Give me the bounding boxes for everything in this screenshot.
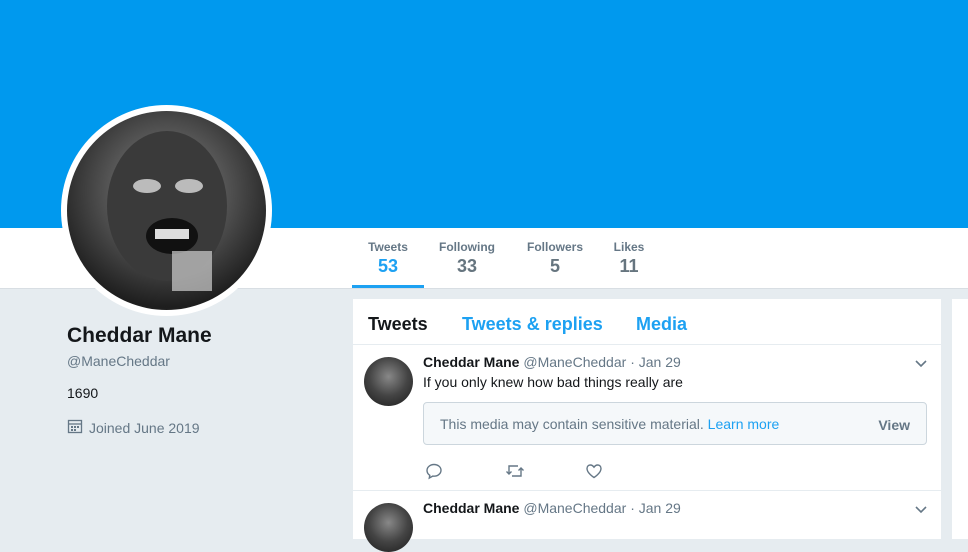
calendar-icon: [67, 418, 83, 437]
right-sidebar-card: [952, 299, 968, 539]
profile-handle: @ManeCheddar: [67, 353, 170, 369]
stat-value: 53: [377, 256, 399, 276]
tweet-text: If you only knew how bad things really a…: [423, 374, 683, 390]
learn-more-link[interactable]: Learn more: [708, 416, 780, 432]
retweet-icon[interactable]: [505, 462, 585, 485]
tweet-date[interactable]: · Jan 29: [630, 354, 681, 370]
avatar[interactable]: [364, 503, 413, 552]
stat-value: 33: [456, 256, 478, 276]
tweet-author-name[interactable]: Cheddar Mane: [423, 354, 519, 370]
timeline-tabs: Tweets Tweets & replies Media: [353, 299, 941, 345]
stat-label: Likes: [613, 240, 645, 254]
tweet[interactable]: Cheddar Mane @ManeCheddar · Jan 29: [353, 491, 941, 552]
tweet-author-handle[interactable]: @ManeCheddar: [523, 354, 626, 370]
tweet-date[interactable]: · Jan 29: [630, 500, 681, 516]
avatar-image: [67, 111, 266, 310]
stat-likes[interactable]: Likes 11: [606, 228, 652, 288]
tweet-actions: [425, 462, 665, 485]
stat-label: Tweets: [368, 240, 408, 254]
tab-tweets[interactable]: Tweets: [368, 314, 428, 335]
avatar[interactable]: [364, 357, 413, 406]
stat-tweets[interactable]: Tweets 53: [352, 228, 424, 288]
chevron-down-icon[interactable]: [913, 501, 929, 517]
tab-media[interactable]: Media: [636, 314, 687, 335]
stat-label: Followers: [526, 240, 583, 254]
profile-joined: Joined June 2019: [67, 418, 200, 437]
stat-value: 11: [619, 256, 639, 276]
stat-following[interactable]: Following 33: [432, 228, 502, 288]
view-button[interactable]: View: [878, 417, 910, 433]
stat-followers[interactable]: Followers 5: [520, 228, 590, 288]
stat-value: 5: [549, 256, 560, 276]
profile-bio: 1690: [67, 385, 99, 401]
profile-name: Cheddar Mane: [67, 324, 212, 347]
tweet-header: Cheddar Mane @ManeCheddar · Jan 29: [423, 354, 681, 370]
timeline: Tweets Tweets & replies Media Cheddar Ma…: [353, 299, 941, 552]
joined-text: Joined June 2019: [89, 419, 200, 436]
avatar-photo: [107, 131, 227, 291]
tweet-author-name[interactable]: Cheddar Mane: [423, 500, 519, 516]
sensitive-message: This media may contain sensitive materia…: [440, 416, 779, 432]
chevron-down-icon[interactable]: [913, 355, 929, 371]
profile-avatar[interactable]: [61, 105, 272, 316]
sensitive-text: This media may contain sensitive materia…: [440, 416, 704, 432]
stat-label: Following: [439, 240, 495, 254]
tweet-header: Cheddar Mane @ManeCheddar · Jan 29: [423, 500, 681, 516]
like-icon[interactable]: [585, 462, 665, 485]
reply-icon[interactable]: [425, 462, 505, 485]
tweet-author-handle[interactable]: @ManeCheddar: [523, 500, 626, 516]
tweet[interactable]: Cheddar Mane @ManeCheddar · Jan 29 If yo…: [353, 345, 941, 491]
sensitive-media-notice: This media may contain sensitive materia…: [423, 402, 927, 445]
tab-tweets-replies[interactable]: Tweets & replies: [462, 314, 603, 335]
